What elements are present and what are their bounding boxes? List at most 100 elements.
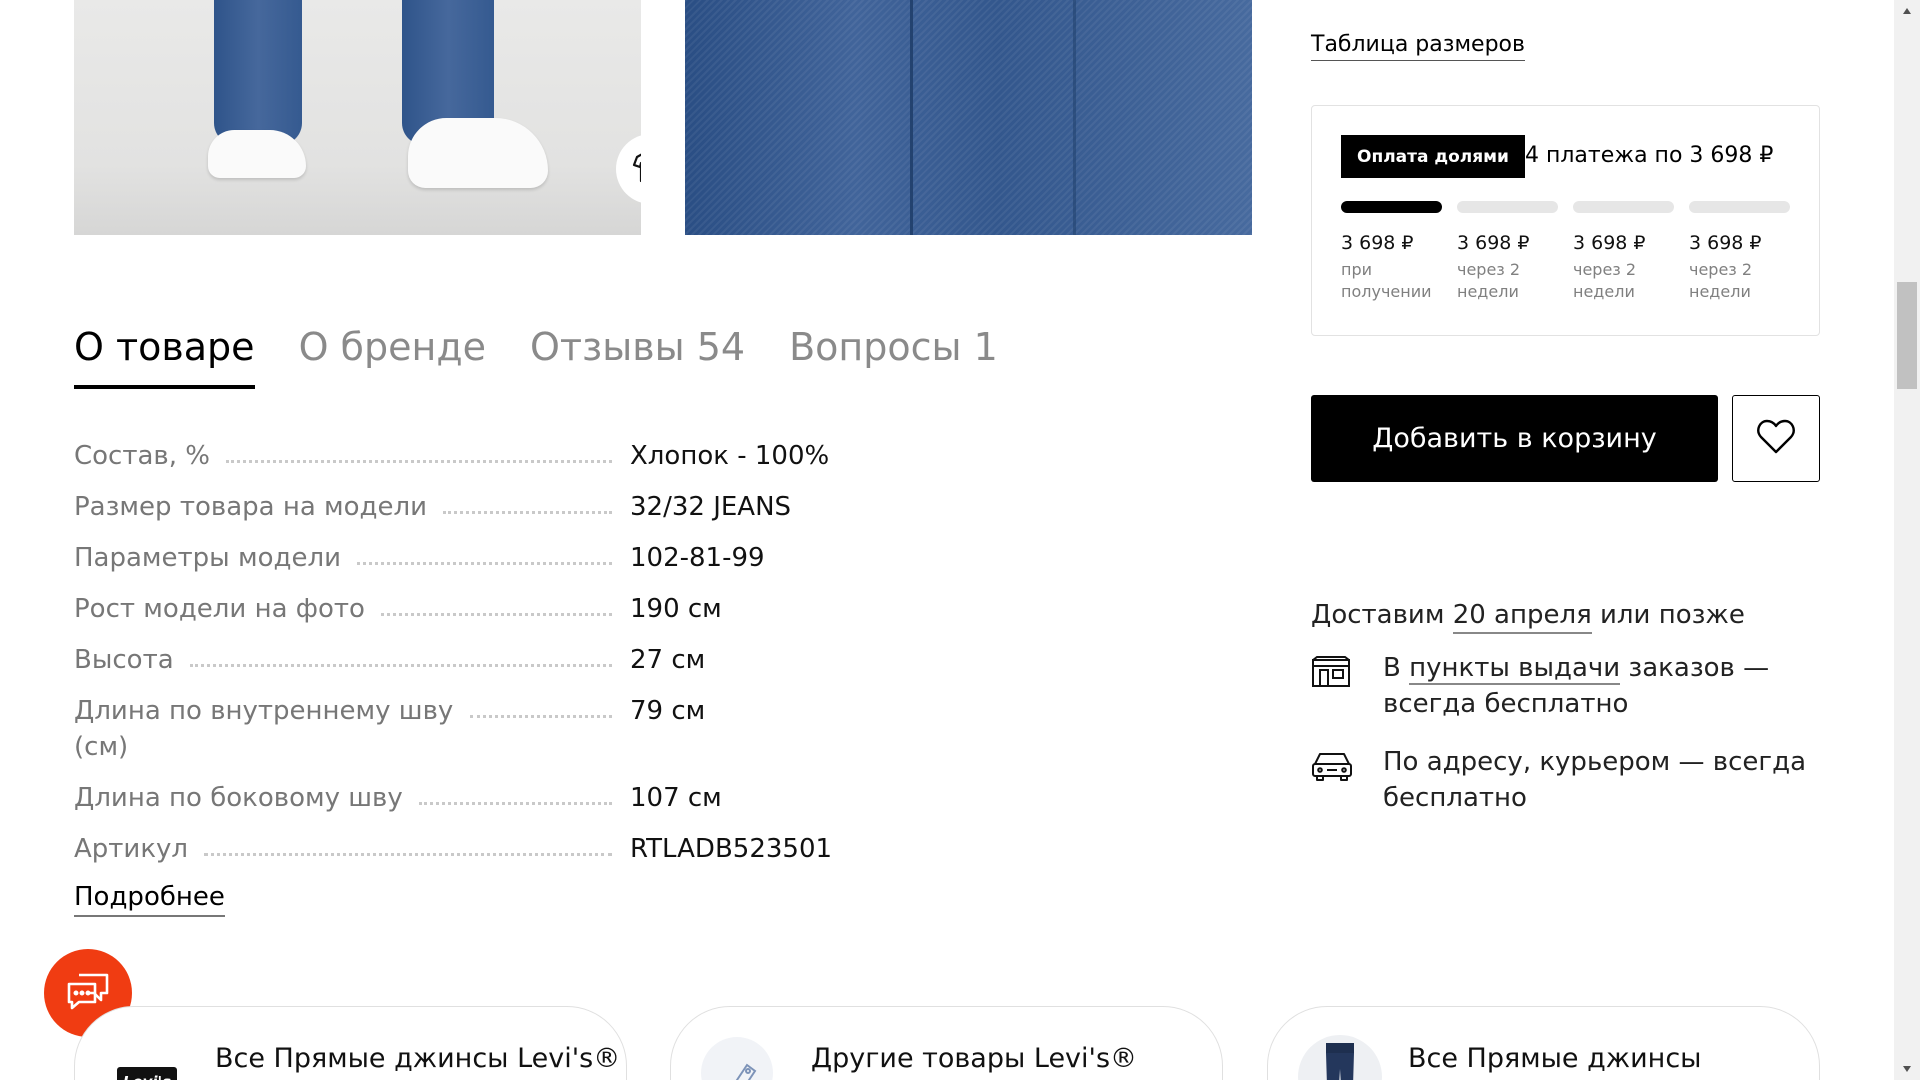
attribute-row: Параметры модели 102-81-99: [74, 540, 874, 576]
attribute-key: Размер товара на модели: [74, 492, 428, 522]
levis-logo: Levi's: [117, 1067, 177, 1080]
payment-when: при получении: [1341, 260, 1432, 301]
attribute-value: Хлопок - 100%: [630, 441, 830, 471]
installment-payment: 3 698 ₽ при получении: [1341, 232, 1442, 303]
delivery-title-suffix: или позже: [1591, 600, 1745, 630]
attribute-value: 79 см: [630, 696, 706, 726]
shoe-right: [408, 118, 548, 188]
card-title: Другие товары Levi's®: [811, 1043, 1138, 1074]
product-attributes: Состав, % Хлопок - 100% Размер товара на…: [74, 438, 874, 882]
dotted-leader: [418, 780, 612, 805]
dotted-leader: [356, 540, 612, 565]
scrollbar-thumb[interactable]: [1897, 282, 1917, 389]
pickup-text: В пункты выдачи заказов — всегда бесплат…: [1383, 650, 1783, 722]
attribute-value: RTLADB523501: [630, 834, 833, 864]
dotted-leader: [189, 642, 612, 667]
scroll-down-arrow[interactable]: [1900, 1062, 1914, 1076]
price-tag-icon: [701, 1037, 773, 1080]
delivery-courier: По адресу, курьером — всегда бесплатно: [1311, 744, 1813, 816]
more-details-link[interactable]: Подробнее: [74, 882, 225, 917]
attribute-value: 102-81-99: [630, 543, 765, 573]
related-card-levis-straight[interactable]: Levi's Все Прямые джинсы Levi's®: [74, 1006, 627, 1080]
installment-badge: Оплата долями: [1341, 135, 1525, 178]
installment-summary: 4 платежа по 3 698 ₽: [1525, 143, 1774, 168]
attribute-key: Состав, %: [74, 441, 210, 471]
installment-payment: 3 698 ₽ через 2 недели: [1689, 232, 1790, 303]
attribute-row: Длина по боковому шву 107 см: [74, 780, 874, 816]
installment-progress-segment: [1689, 201, 1790, 213]
scroll-up-arrow[interactable]: [1900, 4, 1914, 18]
jeans-thumbnail: [1298, 1035, 1382, 1080]
tab-reviews[interactable]: Отзывы 54: [530, 325, 745, 389]
try-on-button[interactable]: [616, 134, 641, 204]
installment-progress-segment: [1573, 201, 1674, 213]
installment-progress: [1341, 201, 1790, 213]
pickup-points-link[interactable]: пункты выдачи: [1409, 653, 1621, 685]
installment-progress-segment: [1457, 201, 1558, 213]
payment-when: через 2 недели: [1573, 260, 1637, 301]
product-image-2[interactable]: [685, 0, 1252, 235]
attribute-key: Длина по внутреннему шву (см): [74, 696, 454, 762]
related-card-levis-other[interactable]: Другие товары Levi's®: [670, 1006, 1223, 1080]
card-title: Все Прямые джинсы: [1408, 1043, 1702, 1074]
shoe-left: [208, 130, 306, 178]
add-to-cart-button[interactable]: Добавить в корзину: [1311, 395, 1718, 482]
dotted-leader: [204, 831, 612, 856]
attribute-row: Рост модели на фото 190 см: [74, 591, 874, 627]
page-scrollbar[interactable]: [1894, 0, 1920, 1080]
installment-widget[interactable]: Оплата долями 4 платежа по 3 698 ₽ 3 698…: [1311, 105, 1820, 336]
installment-payments: 3 698 ₽ при получении 3 698 ₽ через 2 не…: [1341, 232, 1790, 303]
payment-amount: 3 698 ₽: [1457, 232, 1530, 254]
attribute-key: Высота: [74, 645, 174, 675]
payment-amount: 3 698 ₽: [1341, 232, 1414, 254]
heart-icon: [1756, 419, 1796, 459]
attribute-value: 27 см: [630, 645, 706, 675]
pickup-point-icon: [1311, 650, 1355, 722]
attribute-row: Артикул RTLADB523501: [74, 831, 874, 867]
dotted-leader: [380, 591, 612, 616]
courier-car-icon: [1311, 744, 1355, 816]
dotted-leader: [470, 693, 612, 718]
tab-questions[interactable]: Вопросы 1: [789, 325, 998, 389]
favorite-button[interactable]: [1732, 395, 1820, 482]
product-tabs: О товаре О бренде Отзывы 54 Вопросы 1: [74, 325, 998, 389]
tab-about-brand[interactable]: О бренде: [299, 325, 486, 389]
attribute-key: Артикул: [74, 834, 189, 864]
related-card-straight-jeans[interactable]: Все Прямые джинсы: [1267, 1006, 1820, 1080]
payment-when: через 2 недели: [1457, 260, 1521, 301]
dotted-leader: [443, 489, 612, 514]
product-image-1[interactable]: [74, 0, 641, 235]
attribute-row: Длина по внутреннему шву (см) 79 см: [74, 693, 874, 765]
attribute-row: Размер товара на модели 32/32 JEANS: [74, 489, 874, 525]
delivery-pickup: В пункты выдачи заказов — всегда бесплат…: [1311, 650, 1783, 722]
model-leg-left: [214, 0, 302, 145]
payment-when: через 2 недели: [1689, 260, 1753, 301]
denim-seam: [910, 0, 913, 235]
denim-texture: [685, 0, 1252, 235]
size-table-link[interactable]: Таблица размеров: [1311, 32, 1525, 61]
delivery-title: Доставим 20 апреля или позже: [1311, 600, 1745, 634]
delivery-date-link[interactable]: 20 апреля: [1452, 600, 1592, 634]
payment-amount: 3 698 ₽: [1573, 232, 1646, 254]
attribute-row: Состав, % Хлопок - 100%: [74, 438, 874, 474]
attribute-value: 190 см: [630, 594, 722, 624]
payment-amount: 3 698 ₽: [1689, 232, 1762, 254]
installment-payment: 3 698 ₽ через 2 недели: [1457, 232, 1558, 303]
attribute-value: 107 см: [630, 783, 722, 813]
denim-seam: [1073, 0, 1076, 235]
attribute-key: Рост модели на фото: [74, 594, 365, 624]
tryon-tshirt-icon: [632, 150, 641, 188]
installment-payment: 3 698 ₽ через 2 недели: [1573, 232, 1674, 303]
tab-about-product[interactable]: О товаре: [74, 325, 255, 389]
pickup-prefix: В: [1383, 653, 1410, 683]
card-title: Все Прямые джинсы Levi's®: [215, 1043, 621, 1074]
chat-icon: [65, 971, 111, 1015]
installment-progress-segment: [1341, 201, 1442, 213]
attribute-key: Длина по боковому шву: [74, 783, 403, 813]
courier-text: По адресу, курьером — всегда бесплатно: [1383, 747, 1806, 813]
attribute-row: Высота 27 см: [74, 642, 874, 678]
attribute-value: 32/32 JEANS: [630, 492, 792, 522]
dotted-leader: [226, 438, 612, 463]
attribute-key: Параметры модели: [74, 543, 341, 573]
delivery-title-prefix: Доставим: [1311, 600, 1453, 630]
